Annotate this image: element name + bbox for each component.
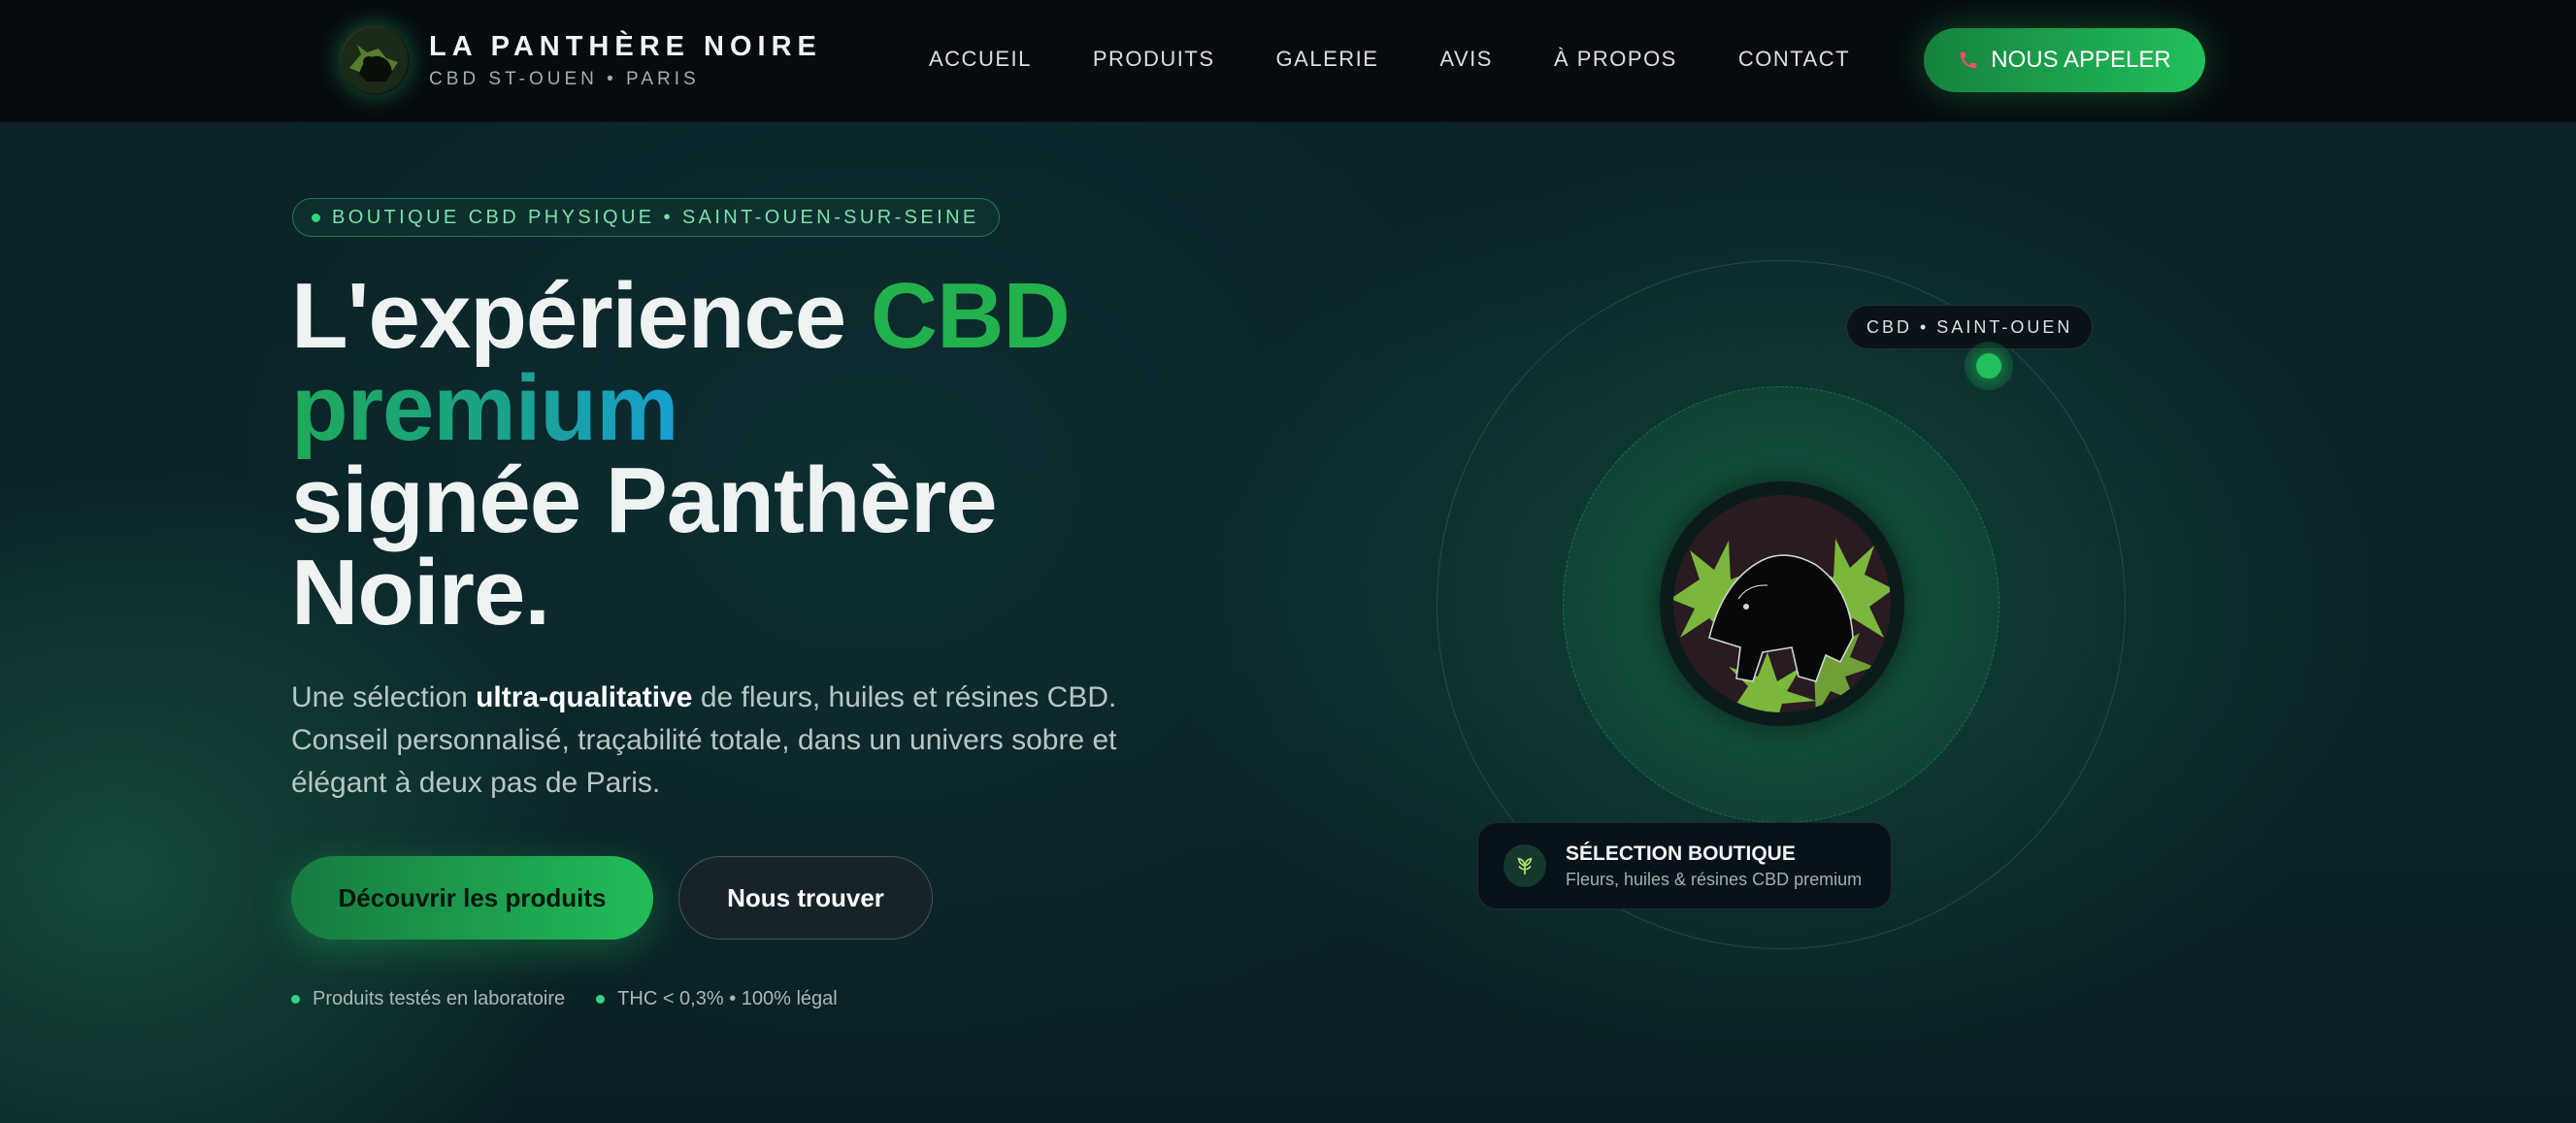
find-us-button[interactable]: Nous trouver: [678, 856, 933, 940]
lead-strong: ultra-qualitative: [476, 681, 693, 713]
feature-label: THC < 0,3% • 100% légal: [617, 988, 838, 1009]
headline-part1: L'expérience: [291, 264, 871, 368]
panther-logo-icon: [1660, 481, 1904, 726]
nav-item-avis[interactable]: AVIS: [1439, 47, 1493, 72]
headline-part2: signée Panthère Noire.: [291, 448, 998, 644]
brand[interactable]: LA PANTHÈRE NOIRE CBD ST-OUEN • PARIS: [340, 25, 822, 95]
feature-list: Produits testés en laboratoire THC < 0,3…: [291, 988, 869, 1010]
feature-dot: [596, 995, 606, 1004]
card-title: SÉLECTION BOUTIQUE: [1566, 842, 1796, 865]
nav-item-contact[interactable]: CONTACT: [1738, 47, 1850, 72]
feature-label: Produits testés en laboratoire: [313, 988, 566, 1009]
lead-before: Une sélection: [291, 681, 477, 713]
nav-item-galerie[interactable]: GALERIE: [1276, 47, 1379, 72]
main-menu: ACCUEIL PRODUITS GALERIE AVIS À PROPOS C…: [929, 47, 1911, 72]
panther-logo-icon: [340, 25, 410, 95]
location-tag: CBD • SAINT-OUEN: [1846, 305, 2094, 349]
call-button[interactable]: NOUS APPELER: [1924, 28, 2205, 92]
brand-subtitle: CBD ST-OUEN • PARIS: [429, 68, 700, 89]
selection-card: SÉLECTION BOUTIQUE Fleurs, huiles & rési…: [1477, 822, 1892, 909]
nav-item-a-propos[interactable]: À PROPOS: [1554, 47, 1677, 72]
headline-accent: CBD: [870, 264, 1071, 368]
feature-item: Produits testés en laboratoire: [291, 988, 565, 1010]
call-button-label: NOUS APPELER: [1991, 47, 2171, 73]
orbit-dot: [1965, 342, 2013, 390]
brand-name: LA PANTHÈRE NOIRE: [429, 30, 822, 62]
top-navbar: LA PANTHÈRE NOIRE CBD ST-OUEN • PARIS AC…: [0, 0, 2576, 122]
nav-item-produits[interactable]: PRODUITS: [1093, 47, 1215, 72]
leaf-icon: [1503, 844, 1546, 887]
badge-text: BOUTIQUE CBD PHYSIQUE • SAINT-OUEN-SUR-S…: [332, 206, 979, 228]
hero-lead: Une sélection ultra-qualitative de fleur…: [291, 677, 1165, 805]
discover-products-button[interactable]: Découvrir les produits: [291, 856, 653, 940]
feature-dot: [291, 995, 300, 1004]
headline-gradient: premium: [291, 356, 678, 460]
nav-item-accueil[interactable]: ACCUEIL: [929, 47, 1032, 72]
feature-item: THC < 0,3% • 100% légal: [596, 988, 838, 1010]
phone-icon: [1958, 50, 1979, 71]
card-subtitle: Fleurs, huiles & résines CBD premium: [1566, 869, 1863, 889]
hero-headline: L'expérience CBD premium signée Panthère N…: [291, 270, 1262, 640]
badge-dot: [312, 214, 320, 222]
location-badge: BOUTIQUE CBD PHYSIQUE • SAINT-OUEN-SUR-S…: [292, 198, 1000, 237]
